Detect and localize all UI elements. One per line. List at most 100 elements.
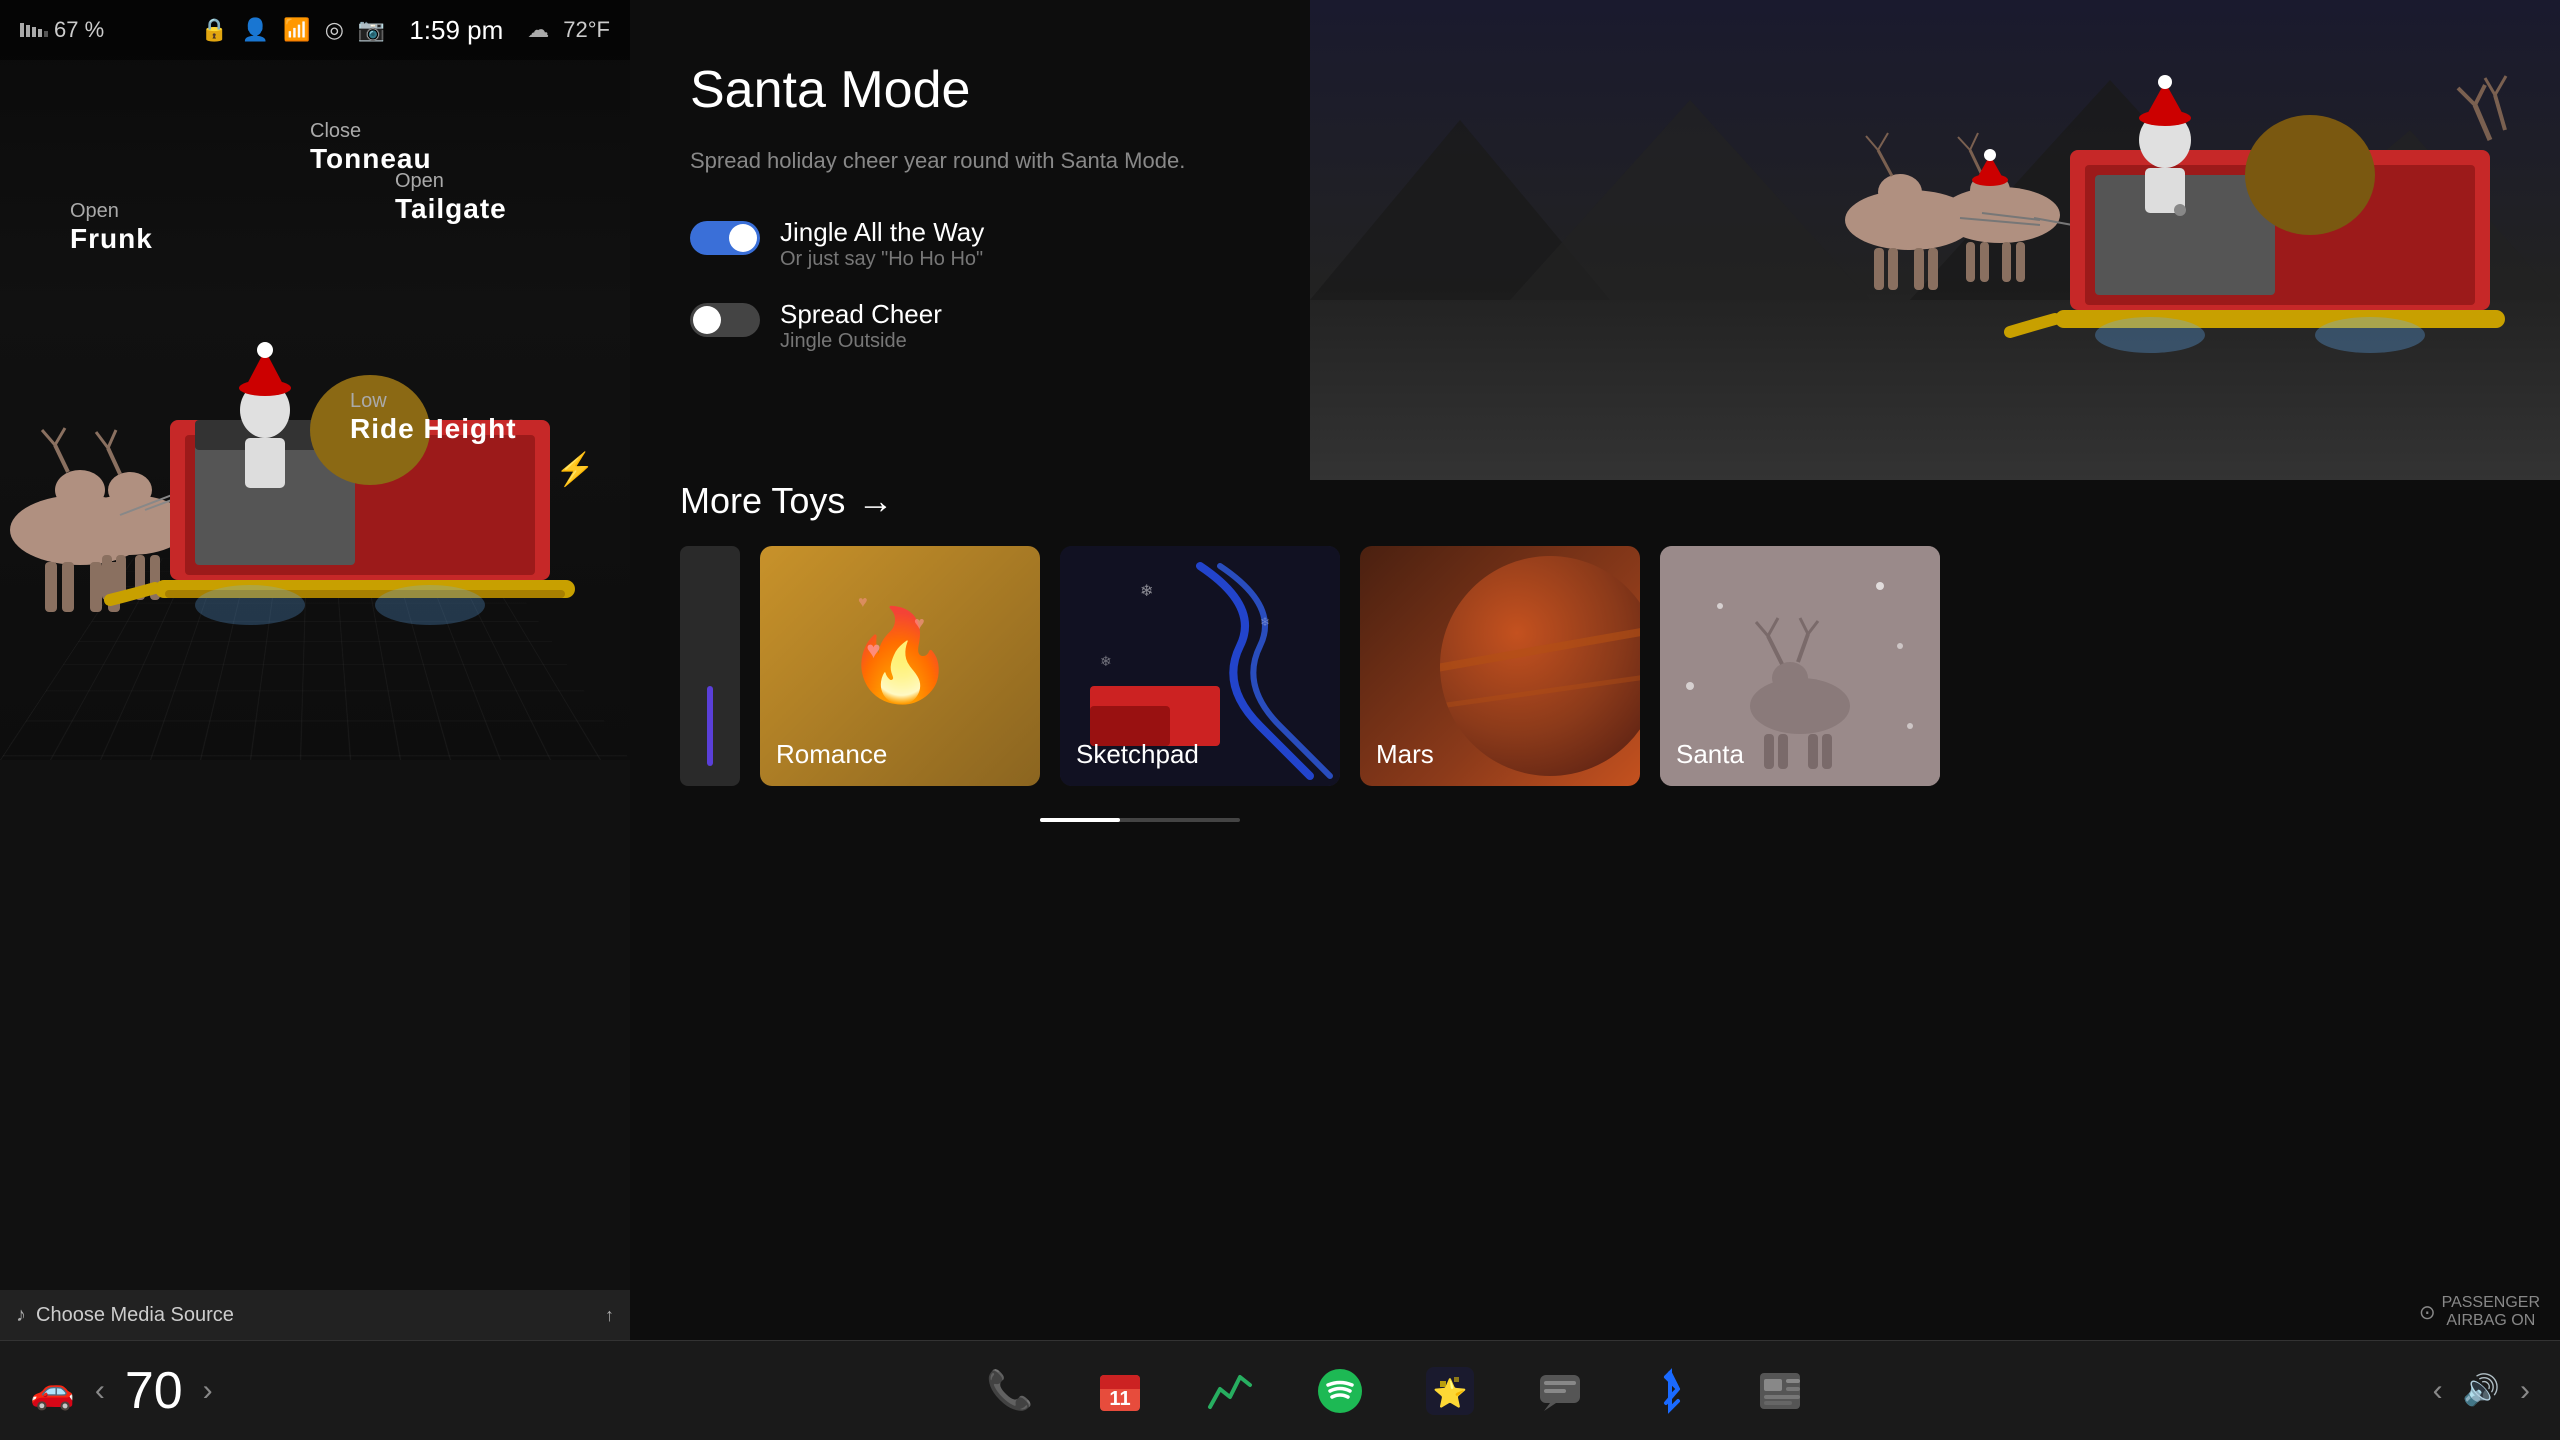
speed-down-chevron[interactable]: ‹ bbox=[95, 1374, 105, 1408]
media-source-text: Choose Media Source bbox=[36, 1304, 234, 1327]
more-toys-arrow: → bbox=[857, 480, 893, 522]
battery-percent: 67 % bbox=[54, 17, 104, 43]
ride-height-label[interactable]: Low Ride Height bbox=[350, 390, 517, 445]
mars-label: Mars bbox=[1376, 739, 1434, 770]
heart-icon-3: ♥ bbox=[858, 594, 868, 612]
cloud-icon: ☁ bbox=[527, 17, 549, 43]
tonneau-action: Close bbox=[310, 120, 432, 143]
cheer-label-group: Spread Cheer Jingle Outside bbox=[780, 299, 942, 353]
scroll-fill bbox=[1040, 818, 1120, 822]
profile-icon: 👤 bbox=[242, 17, 269, 43]
frunk-action: Open bbox=[70, 200, 153, 223]
cheer-toggle-row: Spread Cheer Jingle Outside bbox=[690, 299, 1250, 353]
jingle-label-group: Jingle All the Way Or just say "Ho Ho Ho… bbox=[780, 217, 984, 271]
svg-text:❄: ❄ bbox=[1100, 653, 1112, 669]
toy-card-mars[interactable]: Mars bbox=[1360, 546, 1640, 786]
svg-text:❄: ❄ bbox=[1140, 583, 1153, 600]
toy-cards: 🔥 ♥ ♥ ♥ Romance ❄ bbox=[680, 546, 2510, 786]
phone-app[interactable]: 📞 bbox=[975, 1356, 1045, 1426]
bluetooth-app[interactable] bbox=[1635, 1356, 1705, 1426]
ride-height-name: Ride Height bbox=[350, 413, 517, 445]
more-toys-header[interactable]: More Toys → bbox=[680, 480, 2510, 522]
battery-bars bbox=[20, 23, 48, 37]
romance-label: Romance bbox=[776, 739, 887, 770]
frunk-label[interactable]: Open Frunk bbox=[70, 200, 153, 255]
volume-icon[interactable]: 🔊 bbox=[2463, 1373, 2500, 1408]
tonneau-label[interactable]: Close Tonneau bbox=[310, 120, 432, 175]
status-icons: 🔒 👤 📶 ◎ 📷 1:59 pm ☁ 72°F bbox=[201, 15, 611, 46]
calendar-icon: 11 bbox=[1096, 1367, 1144, 1415]
bluetooth-icon bbox=[1646, 1367, 1694, 1415]
cheer-toggle-knob bbox=[693, 306, 721, 334]
chat-icon bbox=[1536, 1367, 1584, 1415]
battery-status: 67 % bbox=[20, 17, 104, 43]
more-toys-section: More Toys → 🔥 ♥ ♥ ♥ Romance bbox=[630, 460, 2560, 822]
right-panel: Santa Mode Spread holiday cheer year rou… bbox=[630, 0, 2560, 1440]
santa-mode-info: Santa Mode Spread holiday cheer year rou… bbox=[630, 0, 1310, 480]
energy-app[interactable] bbox=[1195, 1356, 1265, 1426]
chart-icon bbox=[1206, 1367, 1254, 1415]
santa-mode-description: Spread holiday cheer year round with San… bbox=[690, 144, 1250, 177]
jingle-title: Jingle All the Way bbox=[780, 217, 984, 248]
santa-label: Santa bbox=[1676, 739, 1744, 770]
nav-right-chevron[interactable]: › bbox=[2520, 1374, 2530, 1408]
airbag-label: PASSENGER bbox=[2442, 1294, 2540, 1312]
jingle-toggle-knob bbox=[729, 224, 757, 252]
media-bar[interactable]: ♪ Choose Media Source ↑ bbox=[0, 1290, 630, 1340]
scroll-track bbox=[1040, 818, 1240, 822]
news-app[interactable] bbox=[1745, 1356, 1815, 1426]
jingle-subtitle: Or just say "Ho Ho Ho" bbox=[780, 248, 984, 271]
news-icon bbox=[1756, 1367, 1804, 1415]
lock-icon: 🔒 bbox=[201, 17, 228, 43]
santa-mode-title: Santa Mode bbox=[690, 60, 1250, 120]
mars-stripe-1 bbox=[1440, 621, 1640, 675]
messages-app[interactable] bbox=[1525, 1356, 1595, 1426]
jingle-toggle[interactable] bbox=[690, 221, 760, 255]
spotify-icon bbox=[1316, 1367, 1364, 1415]
cheer-toggle[interactable] bbox=[690, 303, 760, 337]
left-panel: 67 % 🔒 👤 📶 ◎ 📷 1:59 pm ☁ 72°F Open Frunk… bbox=[0, 0, 630, 1440]
toy-card-sketchpad[interactable]: ❄ ❄ ❄ Sketchpad bbox=[1060, 546, 1340, 786]
tailgate-name: Tailgate bbox=[395, 193, 507, 225]
mars-sphere bbox=[1440, 556, 1640, 776]
taskbar-left: 🚗 ‹ 70 › bbox=[30, 1361, 660, 1421]
frunk-name: Frunk bbox=[70, 223, 153, 255]
flame-icon: 🔥 bbox=[844, 603, 956, 708]
cheer-title: Spread Cheer bbox=[780, 299, 942, 330]
scroll-indicator-card bbox=[680, 546, 740, 786]
media-up-icon[interactable]: ↑ bbox=[605, 1305, 614, 1326]
status-bar: 67 % 🔒 👤 📶 ◎ 📷 1:59 pm ☁ 72°F bbox=[0, 0, 630, 60]
battery-bar-5 bbox=[44, 31, 48, 37]
battery-bar-3 bbox=[32, 27, 36, 37]
cheer-subtitle: Jingle Outside bbox=[780, 330, 942, 353]
taskbar: 🚗 ‹ 70 › 📞 11 bbox=[0, 1340, 2560, 1440]
svg-text:❄: ❄ bbox=[1260, 615, 1270, 629]
taskbar-center: 📞 11 ⭐ bbox=[660, 1356, 2130, 1426]
status-time: 1:59 pm bbox=[409, 15, 503, 46]
heart-icon-2: ♥ bbox=[914, 613, 925, 634]
svg-text:11: 11 bbox=[1109, 1388, 1130, 1410]
battery-bar-2 bbox=[26, 25, 30, 37]
tailgate-action: Open bbox=[395, 170, 507, 193]
taskbar-right: ‹ 🔊 › bbox=[2130, 1373, 2530, 1408]
spotify-app[interactable] bbox=[1305, 1356, 1375, 1426]
toy-card-santa[interactable]: Santa bbox=[1660, 546, 1940, 786]
car-icon[interactable]: 🚗 bbox=[30, 1370, 75, 1412]
jingle-toggle-row: Jingle All the Way Or just say "Ho Ho Ho… bbox=[690, 217, 1250, 271]
favorites-app[interactable]: ⭐ bbox=[1415, 1356, 1485, 1426]
right-sleigh-svg bbox=[1310, 0, 2560, 480]
passenger-airbag-indicator: ⊙ PASSENGER AIRBAG ON bbox=[2419, 1294, 2540, 1330]
santa-mode-visual bbox=[1310, 0, 2560, 480]
nav-left-chevron[interactable]: ‹ bbox=[2433, 1374, 2443, 1408]
music-note-icon: ♪ bbox=[16, 1304, 26, 1327]
lightning-icon: ⚡ bbox=[555, 451, 595, 488]
calendar-app[interactable]: 11 bbox=[1085, 1356, 1155, 1426]
tailgate-label[interactable]: Open Tailgate bbox=[395, 170, 507, 225]
mars-stripe-2 bbox=[1440, 670, 1640, 712]
status-weather: 72°F bbox=[563, 17, 610, 43]
speed-up-chevron[interactable]: › bbox=[203, 1374, 213, 1408]
toy-card-romance[interactable]: 🔥 ♥ ♥ ♥ Romance bbox=[760, 546, 1040, 786]
star-icon: ⭐ bbox=[1426, 1367, 1474, 1415]
heart-icon-1: ♥ bbox=[866, 637, 880, 665]
camera-icon: 📷 bbox=[358, 17, 385, 43]
